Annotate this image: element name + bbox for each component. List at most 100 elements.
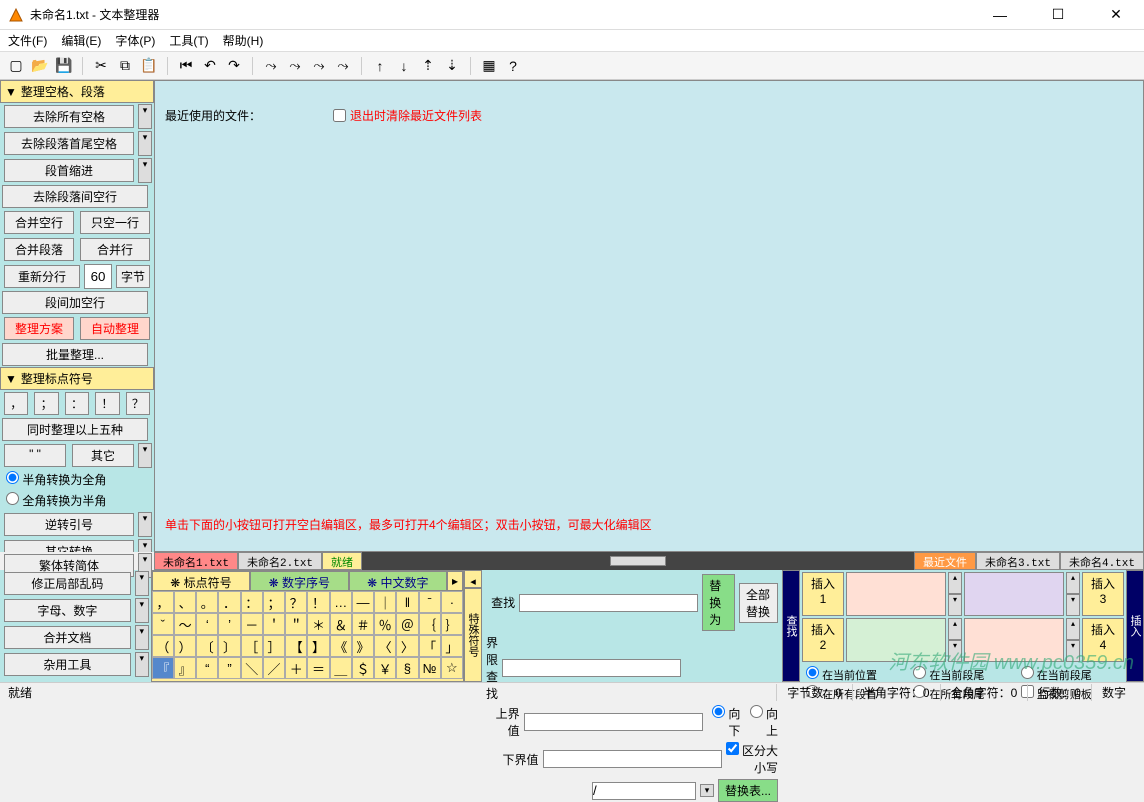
sym-cell[interactable]: ， <box>152 591 174 613</box>
vtab-special[interactable]: 特殊符号 <box>464 588 482 682</box>
sym-cell[interactable]: ： <box>241 591 263 613</box>
tab-file3[interactable]: 未命名3.txt <box>976 552 1060 570</box>
sym-cell[interactable]: ＄ <box>352 657 374 679</box>
sym-cell[interactable]: 』 <box>174 657 196 679</box>
btn-merge-blank[interactable]: 合并空行 <box>4 211 74 234</box>
sym-cell[interactable]: … <box>330 591 352 613</box>
dd-rev-quote[interactable]: ▾ <box>138 512 152 537</box>
sym-cell[interactable]: ］ <box>263 635 285 657</box>
r-curpos[interactable]: 在当前位置 <box>806 666 905 683</box>
sym-cell[interactable]: ＿ <box>330 657 352 679</box>
punct-？[interactable]: ？ <box>126 392 150 415</box>
sym-cell[interactable]: ＋ <box>285 657 307 679</box>
slash-input[interactable] <box>592 782 696 800</box>
symtab-punct[interactable]: ❋ 标点符号 <box>152 571 250 591</box>
up-icon[interactable]: ▴ <box>948 572 962 594</box>
sym-cell[interactable]: ” <box>218 657 240 679</box>
first-icon[interactable]: ⏮ <box>176 56 196 76</box>
btn-only-one[interactable]: 只空一行 <box>80 211 150 234</box>
radio-down[interactable]: 向下 <box>707 705 741 739</box>
btn-auto[interactable]: 自动整理 <box>80 317 150 340</box>
sym-cell[interactable]: ． <box>218 591 240 613</box>
nav2-icon[interactable]: ⤳ <box>285 56 305 76</box>
sym-cell[interactable]: ‘ <box>196 613 218 635</box>
sym-cell[interactable]: 】 <box>307 635 329 657</box>
insert3-btn[interactable]: 插入3 <box>1082 572 1124 616</box>
btn-scheme[interactable]: 整理方案 <box>4 317 74 340</box>
sym-cell[interactable]: 「 <box>419 635 441 657</box>
find-input[interactable] <box>519 594 698 612</box>
sym-cell[interactable]: ￥ <box>374 657 396 679</box>
menu-tools[interactable]: 工具(T) <box>169 32 208 49</box>
sym-cell[interactable]: ｛ <box>419 613 441 635</box>
sym-cell[interactable]: 」 <box>441 635 463 657</box>
r-curend2[interactable]: 在当前段尾 <box>1021 666 1120 683</box>
sym-cell[interactable]: — <box>352 591 374 613</box>
lower-input[interactable] <box>543 750 722 768</box>
upend-icon[interactable]: ⇡ <box>418 56 438 76</box>
upper-input[interactable] <box>524 713 703 731</box>
undo-icon[interactable]: ↶ <box>200 56 220 76</box>
vtab-prev[interactable]: ◂ <box>464 570 482 588</box>
symtab-num[interactable]: ❋ 数字序号 <box>250 571 348 591</box>
downend-icon[interactable]: ⇣ <box>442 56 462 76</box>
tab-file4[interactable]: 未命名4.txt <box>1060 552 1144 570</box>
radio-full-to-half[interactable]: 全角转换为半角 <box>6 494 106 508</box>
sym-cell[interactable]: ｜ <box>374 591 396 613</box>
sym-cell[interactable]: ＇ <box>263 613 285 635</box>
sym-cell[interactable]: 〕 <box>218 635 240 657</box>
sym-cell[interactable]: ＃ <box>352 613 374 635</box>
sym-cell[interactable]: 》 <box>352 635 374 657</box>
sym-cell[interactable]: ！ <box>307 591 329 613</box>
insert1-box[interactable] <box>846 572 946 616</box>
sym-cell[interactable]: · <box>441 591 463 613</box>
copy-icon[interactable]: ⧉ <box>115 56 135 76</box>
dd-remove-spaces[interactable]: ▾ <box>138 104 152 129</box>
punct-；[interactable]: ； <box>34 392 58 415</box>
section-punct[interactable]: ▼整理标点符号 <box>0 367 154 390</box>
sym-cell[interactable]: № <box>419 657 441 679</box>
sym-cell[interactable]: ＊ <box>307 613 329 635</box>
sym-cell[interactable]: 『 <box>152 657 174 679</box>
sym-cell[interactable]: ｝ <box>441 613 463 635</box>
vtab-search[interactable]: 查找 <box>782 570 800 682</box>
menu-help[interactable]: 帮助(H) <box>223 32 264 49</box>
sym-cell[interactable]: 、 <box>174 591 196 613</box>
punct-：[interactable]: ： <box>65 392 89 415</box>
sym-cell[interactable]: 。 <box>196 591 218 613</box>
btn-merge-doc[interactable]: 合并文档 <box>4 626 131 649</box>
punct-！[interactable]: ！ <box>95 392 119 415</box>
radio-half-to-full[interactable]: 半角转换为全角 <box>6 473 106 487</box>
btn-misc[interactable]: 杂用工具 <box>4 653 131 676</box>
btn-merge-line[interactable]: 合并行 <box>80 238 150 261</box>
menu-file[interactable]: 文件(F) <box>8 32 47 49</box>
replace-all-btn[interactable]: 全部替换 <box>739 583 778 623</box>
grid-icon[interactable]: ▦ <box>479 56 499 76</box>
sym-cell[interactable]: 《 <box>330 635 352 657</box>
help-icon[interactable]: ? <box>503 56 523 76</box>
up-icon[interactable]: ↑ <box>370 56 390 76</box>
menu-edit[interactable]: 编辑(E) <box>61 32 101 49</box>
down-icon[interactable]: ↓ <box>394 56 414 76</box>
sym-cell[interactable]: ／ <box>263 657 285 679</box>
section-spaces[interactable]: ▼整理空格、段落 <box>0 80 154 103</box>
tab-file2[interactable]: 未命名2.txt <box>238 552 322 570</box>
btn-merge-para[interactable]: 合并段落 <box>4 238 74 261</box>
table-btn[interactable]: 替换表... <box>718 779 778 802</box>
grip-handle[interactable] <box>610 556 666 566</box>
sym-cell[interactable]: “ <box>196 657 218 679</box>
punct-，[interactable]: ， <box>4 392 28 415</box>
paste-icon[interactable]: 📋 <box>139 56 159 76</box>
btn-quote[interactable]: " " <box>4 444 66 467</box>
dd-other[interactable]: ▾ <box>138 443 152 468</box>
symtab-more[interactable]: ▸ <box>447 571 463 591</box>
btn-remove-all-spaces[interactable]: 去除所有空格 <box>4 105 134 128</box>
sym-cell[interactable]: ’ <box>218 613 240 635</box>
sym-cell[interactable]: ＂ <box>285 613 307 635</box>
radio-up[interactable]: 向上 <box>744 705 778 739</box>
sym-cell[interactable]: 【 <box>285 635 307 657</box>
dd-para-spaces[interactable]: ▾ <box>138 131 152 156</box>
sym-cell[interactable]: （ <box>152 635 174 657</box>
menu-font[interactable]: 字体(P) <box>115 32 155 49</box>
down-icon[interactable]: ▾ <box>948 594 962 616</box>
